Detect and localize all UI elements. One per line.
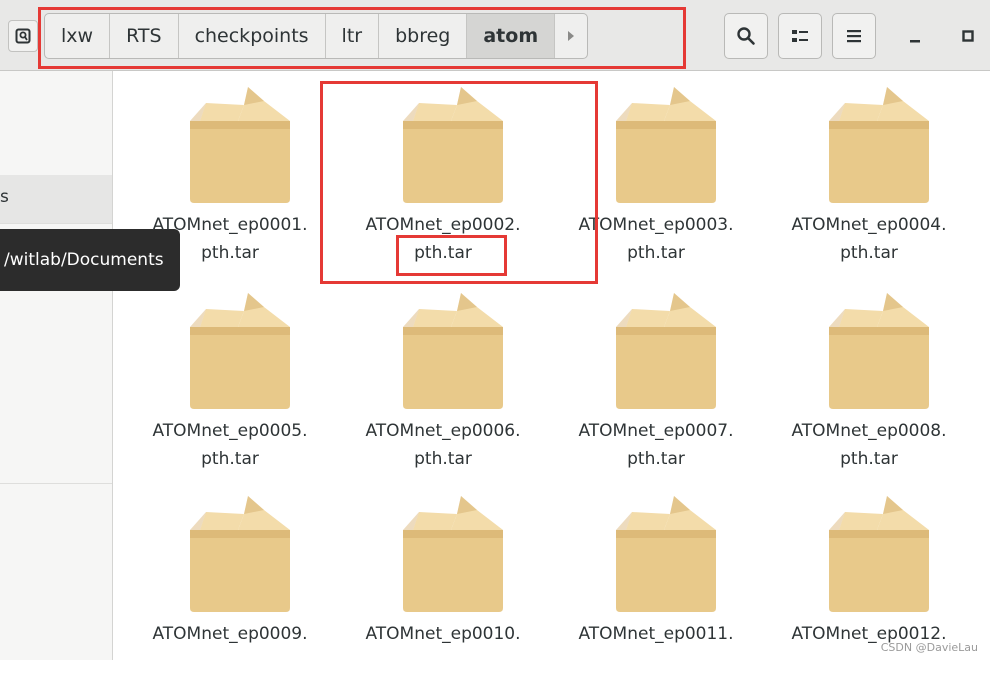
sidebar: s	[0, 71, 113, 660]
file-name-line1: ATOMnet_ep0006.	[365, 421, 521, 441]
list-view-icon	[792, 30, 808, 42]
file-name: ATOMnet_ep0001. pth.tar	[130, 211, 330, 267]
package-archive-icon	[829, 496, 929, 612]
file-name-line1: ATOMnet_ep0011.	[578, 624, 734, 644]
package-archive-icon	[190, 293, 290, 409]
sidebar-divider	[0, 483, 112, 484]
minimize-button[interactable]	[900, 22, 930, 50]
package-archive-icon	[190, 496, 290, 612]
view-toggle-button[interactable]	[778, 13, 822, 59]
file-name-line1: ATOMnet_ep0010.	[365, 624, 521, 644]
location-toggle-button[interactable]	[8, 20, 38, 52]
file-name-line1: ATOMnet_ep0009.	[152, 624, 308, 644]
file-name-line2: pth.tar	[414, 449, 472, 469]
location-toggle-icon	[15, 28, 31, 44]
file-name: ATOMnet_ep0010.	[343, 620, 543, 648]
file-name-line2: pth.tar	[627, 449, 685, 469]
file-item[interactable]: ATOMnet_ep0005. pth.tar	[130, 277, 330, 477]
file-item[interactable]: ATOMnet_ep0007. pth.tar	[556, 277, 756, 477]
file-name-line2: pth.tar	[840, 449, 898, 469]
maximize-button[interactable]	[953, 22, 983, 50]
file-name-line2: pth.tar	[201, 243, 259, 263]
file-name-line1: ATOMnet_ep0001.	[152, 215, 308, 235]
file-item[interactable]: ATOMnet_ep0009.	[130, 480, 330, 680]
search-icon	[737, 27, 755, 45]
minimize-icon	[910, 40, 920, 43]
file-item[interactable]: ATOMnet_ep0011.	[556, 480, 756, 680]
package-archive-icon	[190, 87, 290, 203]
file-name-line1: ATOMnet_ep0008.	[791, 421, 947, 441]
file-name: ATOMnet_ep0005. pth.tar	[130, 417, 330, 473]
file-name: ATOMnet_ep0004. pth.tar	[769, 211, 969, 267]
annotation-box-extension	[396, 235, 507, 276]
sidebar-item-selected[interactable]: s	[0, 175, 112, 224]
file-name: ATOMnet_ep0011.	[556, 620, 756, 648]
file-item[interactable]: ATOMnet_ep0008. pth.tar	[769, 277, 969, 477]
maximize-icon	[962, 30, 974, 42]
package-archive-icon	[403, 496, 503, 612]
sidebar-item-label: s	[0, 187, 9, 207]
package-archive-icon	[616, 496, 716, 612]
package-archive-icon	[829, 293, 929, 409]
file-item[interactable]: ATOMnet_ep0004. pth.tar	[769, 71, 969, 271]
file-name-line1: ATOMnet_ep0004.	[791, 215, 947, 235]
file-name: ATOMnet_ep0008. pth.tar	[769, 417, 969, 473]
package-archive-icon	[829, 87, 929, 203]
file-name: ATOMnet_ep0006. pth.tar	[343, 417, 543, 473]
file-item[interactable]: ATOMnet_ep0010.	[343, 480, 543, 680]
search-button[interactable]	[724, 13, 768, 59]
package-archive-icon	[616, 87, 716, 203]
file-item[interactable]: ATOMnet_ep0001. pth.tar	[130, 71, 330, 271]
file-name: ATOMnet_ep0009.	[130, 620, 330, 648]
menu-button[interactable]	[832, 13, 876, 59]
file-name-line2: pth.tar	[840, 243, 898, 263]
package-archive-icon	[403, 293, 503, 409]
file-name: ATOMnet_ep0007. pth.tar	[556, 417, 756, 473]
file-name-line1: ATOMnet_ep0005.	[152, 421, 308, 441]
file-item[interactable]: ATOMnet_ep0006. pth.tar	[343, 277, 543, 477]
annotation-box-breadcrumb	[38, 7, 686, 69]
file-name-line1: ATOMnet_ep0007.	[578, 421, 734, 441]
hamburger-menu-icon	[847, 30, 861, 43]
file-name-line2: pth.tar	[201, 449, 259, 469]
watermark: CSDN @DavieLau	[880, 641, 978, 654]
package-archive-icon	[616, 293, 716, 409]
